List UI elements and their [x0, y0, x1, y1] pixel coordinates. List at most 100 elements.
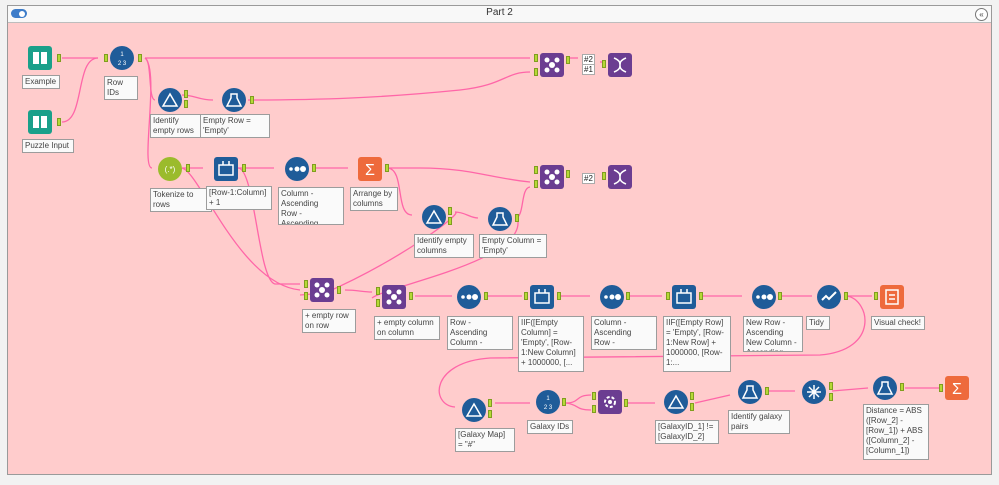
- tool-label: Tidy: [806, 316, 830, 330]
- filter-icon[interactable]: [158, 88, 182, 112]
- tool-label: Identify empty rows: [150, 114, 205, 138]
- svg-text:Σ: Σ: [365, 162, 375, 179]
- input-anchor[interactable]: [534, 68, 538, 76]
- input-anchor[interactable]: [524, 292, 528, 300]
- tool-label: Row IDs: [104, 76, 138, 100]
- append-icon[interactable]: [598, 390, 622, 414]
- input-anchor[interactable]: [602, 172, 606, 180]
- filter-icon[interactable]: [664, 390, 688, 414]
- multi-row-icon[interactable]: [214, 157, 238, 181]
- summarize-icon[interactable]: Σ: [945, 376, 969, 400]
- svg-text:2 3: 2 3: [118, 61, 127, 67]
- output-anchor[interactable]: [844, 292, 848, 300]
- book-icon[interactable]: [28, 46, 52, 70]
- true-anchor[interactable]: [488, 399, 492, 407]
- tool-label: + empty row on row: [302, 309, 356, 333]
- regex-icon[interactable]: (.*): [158, 157, 182, 181]
- formula-icon[interactable]: [488, 207, 512, 231]
- output-anchor[interactable]: [900, 383, 904, 391]
- true-anchor[interactable]: [448, 207, 452, 215]
- tool-label: [Galaxy Map] = "#": [455, 428, 515, 452]
- filter-icon[interactable]: [462, 398, 486, 422]
- sort-icon[interactable]: [285, 157, 309, 181]
- input-anchor[interactable]: [874, 292, 878, 300]
- tool-label: IIF([Empty Column] = 'Empty', [Row-1:New…: [518, 316, 584, 372]
- duplicate-anchor[interactable]: [829, 393, 833, 401]
- join-icon[interactable]: [540, 53, 564, 77]
- output-anchor[interactable]: [778, 292, 782, 300]
- unique-icon[interactable]: [802, 380, 826, 404]
- output-anchor[interactable]: [57, 54, 61, 62]
- tool-label: New Row - Ascending New Column - Ascendi…: [743, 316, 803, 352]
- output-anchor[interactable]: [57, 118, 61, 126]
- output-anchor[interactable]: [337, 286, 341, 294]
- output-anchor[interactable]: [484, 292, 488, 300]
- tool-label: Row - Ascending Column - Ascending: [447, 316, 513, 350]
- output-anchor[interactable]: [515, 214, 519, 222]
- tool-label: Galaxy IDs: [527, 420, 573, 434]
- dna-icon[interactable]: [608, 53, 632, 77]
- output-anchor[interactable]: [626, 292, 630, 300]
- unique-anchor[interactable]: [829, 382, 833, 390]
- multi-row-icon[interactable]: [530, 285, 554, 309]
- input-anchor[interactable]: [534, 166, 538, 174]
- sort-icon[interactable]: [752, 285, 776, 309]
- output-anchor[interactable]: [624, 399, 628, 407]
- input-anchor[interactable]: [602, 60, 606, 68]
- filter-icon[interactable]: [422, 205, 446, 229]
- formula-icon[interactable]: [873, 376, 897, 400]
- false-anchor[interactable]: [184, 100, 188, 108]
- report-icon[interactable]: [880, 285, 904, 309]
- select-icon[interactable]: [817, 285, 841, 309]
- svg-text:2 3: 2 3: [544, 405, 553, 411]
- input-anchor[interactable]: [376, 287, 380, 295]
- record-id-icon[interactable]: 1 2 3: [110, 46, 134, 70]
- record-id-icon[interactable]: 1 2 3: [536, 390, 560, 414]
- output-anchor[interactable]: [186, 164, 190, 172]
- input-anchor[interactable]: [939, 384, 943, 392]
- tool-label: Visual check!: [871, 316, 925, 330]
- output-anchor[interactable]: [312, 164, 316, 172]
- output-anchor[interactable]: [242, 164, 246, 172]
- join-icon[interactable]: [310, 278, 334, 302]
- output-anchor[interactable]: [250, 96, 254, 104]
- tool-label: Identify galaxy pairs: [728, 410, 790, 434]
- tool-label: [GalaxyID_1] != [GalaxyID_2]: [655, 420, 719, 444]
- svg-text:Σ: Σ: [952, 381, 962, 398]
- output-anchor[interactable]: [562, 398, 566, 406]
- input-anchor[interactable]: [304, 292, 308, 300]
- sort-icon[interactable]: [600, 285, 624, 309]
- false-anchor[interactable]: [488, 410, 492, 418]
- summarize-icon[interactable]: Σ: [358, 157, 382, 181]
- dna-icon[interactable]: [608, 165, 632, 189]
- output-anchor[interactable]: [566, 56, 570, 64]
- join-icon[interactable]: [382, 285, 406, 309]
- output-anchor[interactable]: [566, 170, 570, 178]
- input-anchor[interactable]: [534, 180, 538, 188]
- input-anchor[interactable]: [104, 54, 108, 62]
- output-anchor[interactable]: [385, 164, 389, 172]
- sort-icon[interactable]: [457, 285, 481, 309]
- true-anchor[interactable]: [690, 392, 694, 400]
- join-icon[interactable]: [540, 165, 564, 189]
- false-anchor[interactable]: [690, 403, 694, 411]
- book-icon[interactable]: [28, 110, 52, 134]
- false-anchor[interactable]: [448, 217, 452, 225]
- input-anchor[interactable]: [376, 299, 380, 307]
- target-anchor[interactable]: [592, 392, 596, 400]
- source-anchor[interactable]: [592, 405, 596, 413]
- formula-icon[interactable]: [738, 380, 762, 404]
- multi-row-icon[interactable]: [672, 285, 696, 309]
- output-anchor[interactable]: [409, 292, 413, 300]
- output-anchor[interactable]: [557, 292, 561, 300]
- output-anchor[interactable]: [699, 292, 703, 300]
- output-anchor[interactable]: [765, 387, 769, 395]
- formula-icon[interactable]: [222, 88, 246, 112]
- input-anchor[interactable]: [666, 292, 670, 300]
- true-anchor[interactable]: [184, 90, 188, 98]
- input-anchor[interactable]: [304, 280, 308, 288]
- output-anchor[interactable]: [138, 54, 142, 62]
- input-anchor[interactable]: [534, 54, 538, 62]
- tool-label: [Row-1:Column] + 1: [206, 186, 272, 210]
- tool-label: + empty column on column: [374, 316, 440, 340]
